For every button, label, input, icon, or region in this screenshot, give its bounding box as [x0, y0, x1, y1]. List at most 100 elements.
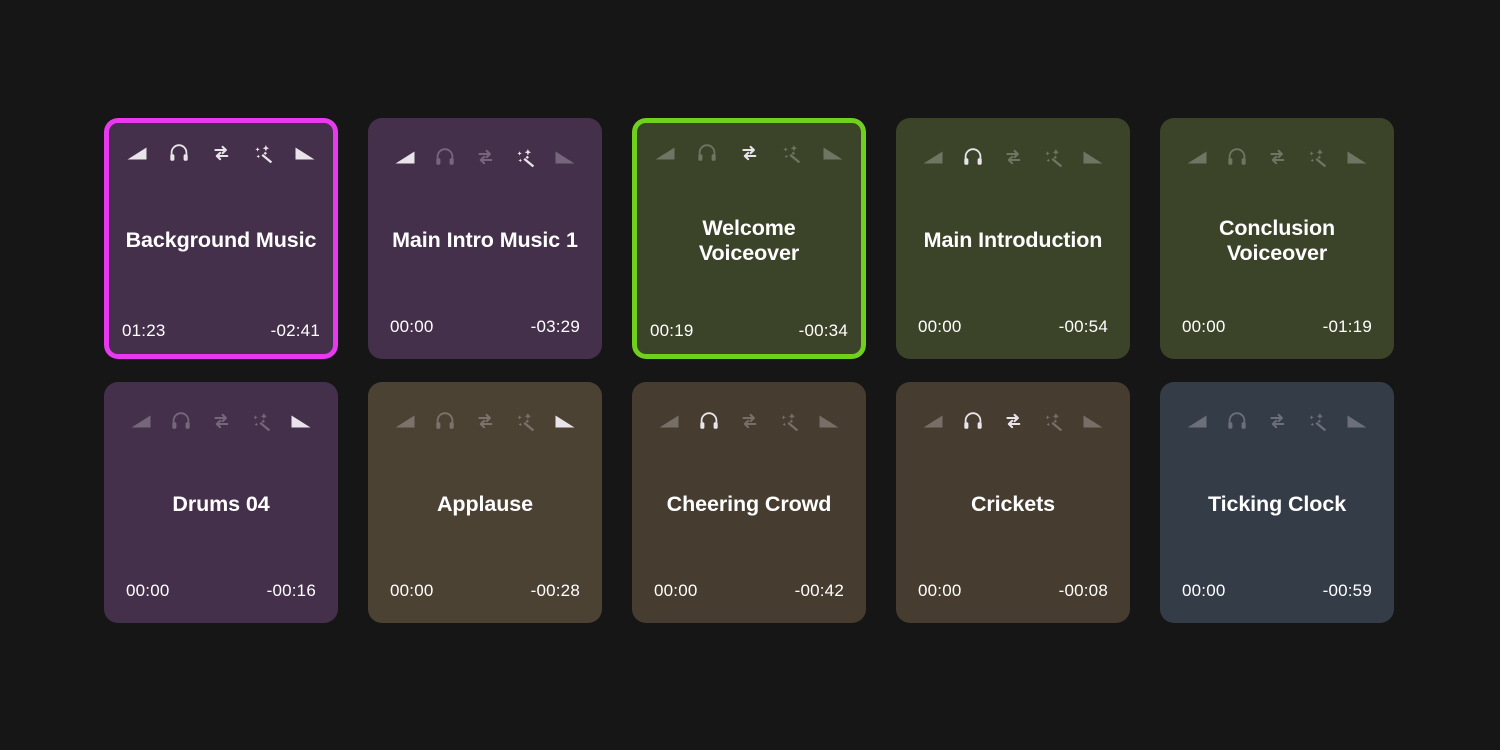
clip-cell[interactable]: Drums 04 00:00 -00:16 — [104, 382, 338, 623]
headphones-icon[interactable] — [166, 408, 196, 434]
headphones-icon[interactable] — [694, 408, 724, 434]
clip-time-row: 00:00 -00:54 — [918, 317, 1108, 337]
fade-in-icon[interactable] — [1182, 144, 1212, 170]
clip-time-row: 00:00 -00:28 — [390, 581, 580, 601]
fade-out-icon[interactable] — [818, 140, 848, 166]
fade-out-icon[interactable] — [814, 408, 844, 434]
clip-elapsed-time: 00:00 — [390, 317, 434, 336]
magic-wand-icon[interactable] — [1038, 144, 1068, 170]
magic-wand-icon[interactable] — [774, 408, 804, 434]
headphones-icon[interactable] — [1222, 144, 1252, 170]
clip-remaining-time: -00:16 — [266, 581, 316, 600]
loop-icon[interactable] — [206, 140, 236, 166]
fade-in-icon[interactable] — [122, 140, 152, 166]
headphones-icon[interactable] — [692, 140, 722, 166]
fade-in-icon[interactable] — [918, 408, 948, 434]
clip-elapsed-time: 00:00 — [918, 317, 962, 336]
magic-wand-icon[interactable] — [246, 408, 276, 434]
clip-time-row: 00:00 -00:42 — [654, 581, 844, 601]
clip-remaining-time: -00:54 — [1058, 317, 1108, 336]
fade-out-icon[interactable] — [1342, 408, 1372, 434]
clip-elapsed-time: 00:00 — [1182, 317, 1226, 336]
clip-title: Conclusion Voiceover — [1218, 215, 1336, 265]
clip-cell[interactable]: Cheering Crowd 00:00 -00:42 — [632, 382, 866, 623]
clip-icon-row — [654, 408, 844, 434]
clip-icon-row — [122, 140, 320, 166]
magic-wand-icon[interactable] — [776, 140, 806, 166]
headphones-icon[interactable] — [164, 140, 194, 166]
clip-title: Applause — [437, 492, 533, 517]
clip-remaining-time: -00:08 — [1058, 581, 1108, 600]
clip-icon-row — [126, 408, 316, 434]
magic-wand-icon[interactable] — [1038, 408, 1068, 434]
loop-icon[interactable] — [734, 408, 764, 434]
clip-time-row: 00:00 -01:19 — [1182, 317, 1372, 337]
magic-wand-icon[interactable] — [248, 140, 278, 166]
magic-wand-icon[interactable] — [1302, 408, 1332, 434]
clip-elapsed-time: 00:00 — [390, 581, 434, 600]
fade-in-icon[interactable] — [390, 144, 420, 170]
loop-icon[interactable] — [998, 408, 1028, 434]
clip-elapsed-time: 00:19 — [650, 321, 694, 340]
magic-wand-icon[interactable] — [510, 144, 540, 170]
fade-in-icon[interactable] — [390, 408, 420, 434]
clip-cell[interactable]: Welcome Voiceover 00:19 -00:34 — [632, 118, 866, 359]
clip-cell[interactable]: Ticking Clock 00:00 -00:59 — [1160, 382, 1394, 623]
clip-title: Main Intro Music 1 — [392, 228, 578, 253]
clip-elapsed-time: 00:00 — [918, 581, 962, 600]
clip-title: Cheering Crowd — [666, 492, 832, 517]
clip-elapsed-time: 00:00 — [654, 581, 698, 600]
clip-icon-row — [1182, 144, 1372, 170]
clip-remaining-time: -00:59 — [1322, 581, 1372, 600]
loop-icon[interactable] — [470, 144, 500, 170]
fade-out-icon[interactable] — [286, 408, 316, 434]
fade-out-icon[interactable] — [1078, 408, 1108, 434]
magic-wand-icon[interactable] — [510, 408, 540, 434]
clip-cell[interactable]: Background Music 01:23 -02:41 — [104, 118, 338, 359]
clip-remaining-time: -03:29 — [530, 317, 580, 336]
clip-remaining-time: -01:19 — [1322, 317, 1372, 336]
clip-title: Drums 04 — [172, 492, 270, 517]
clip-cell[interactable]: Main Intro Music 1 00:00 -03:29 — [368, 118, 602, 359]
clip-icon-row — [650, 140, 848, 166]
clip-cell[interactable]: Applause 00:00 -00:28 — [368, 382, 602, 623]
headphones-icon[interactable] — [430, 144, 460, 170]
clip-title: Crickets — [970, 492, 1056, 517]
loop-icon[interactable] — [998, 144, 1028, 170]
clip-remaining-time: -02:41 — [270, 321, 320, 340]
clip-icon-row — [918, 408, 1108, 434]
headphones-icon[interactable] — [958, 144, 988, 170]
clip-title: Welcome Voiceover — [698, 215, 800, 265]
loop-icon[interactable] — [1262, 144, 1292, 170]
clip-cell[interactable]: Main Introduction 00:00 -00:54 — [896, 118, 1130, 359]
fade-in-icon[interactable] — [654, 408, 684, 434]
clip-time-row: 00:19 -00:34 — [650, 321, 848, 341]
clip-time-row: 00:00 -00:08 — [918, 581, 1108, 601]
loop-icon[interactable] — [1262, 408, 1292, 434]
loop-icon[interactable] — [470, 408, 500, 434]
fade-out-icon[interactable] — [290, 140, 320, 166]
fade-out-icon[interactable] — [550, 408, 580, 434]
clip-time-row: 00:00 -00:16 — [126, 581, 316, 601]
fade-in-icon[interactable] — [1182, 408, 1212, 434]
headphones-icon[interactable] — [430, 408, 460, 434]
loop-icon[interactable] — [206, 408, 236, 434]
magic-wand-icon[interactable] — [1302, 144, 1332, 170]
clip-icon-row — [390, 408, 580, 434]
loop-icon[interactable] — [734, 140, 764, 166]
clip-elapsed-time: 00:00 — [126, 581, 170, 600]
fade-in-icon[interactable] — [918, 144, 948, 170]
fade-in-icon[interactable] — [650, 140, 680, 166]
fade-in-icon[interactable] — [126, 408, 156, 434]
fade-out-icon[interactable] — [1078, 144, 1108, 170]
clip-elapsed-time: 01:23 — [122, 321, 166, 340]
fade-out-icon[interactable] — [550, 144, 580, 170]
clip-cell[interactable]: Crickets 00:00 -00:08 — [896, 382, 1130, 623]
clip-title: Ticking Clock — [1207, 492, 1347, 517]
clip-title: Background Music — [125, 228, 317, 253]
headphones-icon[interactable] — [958, 408, 988, 434]
clip-time-row: 01:23 -02:41 — [122, 321, 320, 341]
headphones-icon[interactable] — [1222, 408, 1252, 434]
clip-cell[interactable]: Conclusion Voiceover 00:00 -01:19 — [1160, 118, 1394, 359]
fade-out-icon[interactable] — [1342, 144, 1372, 170]
